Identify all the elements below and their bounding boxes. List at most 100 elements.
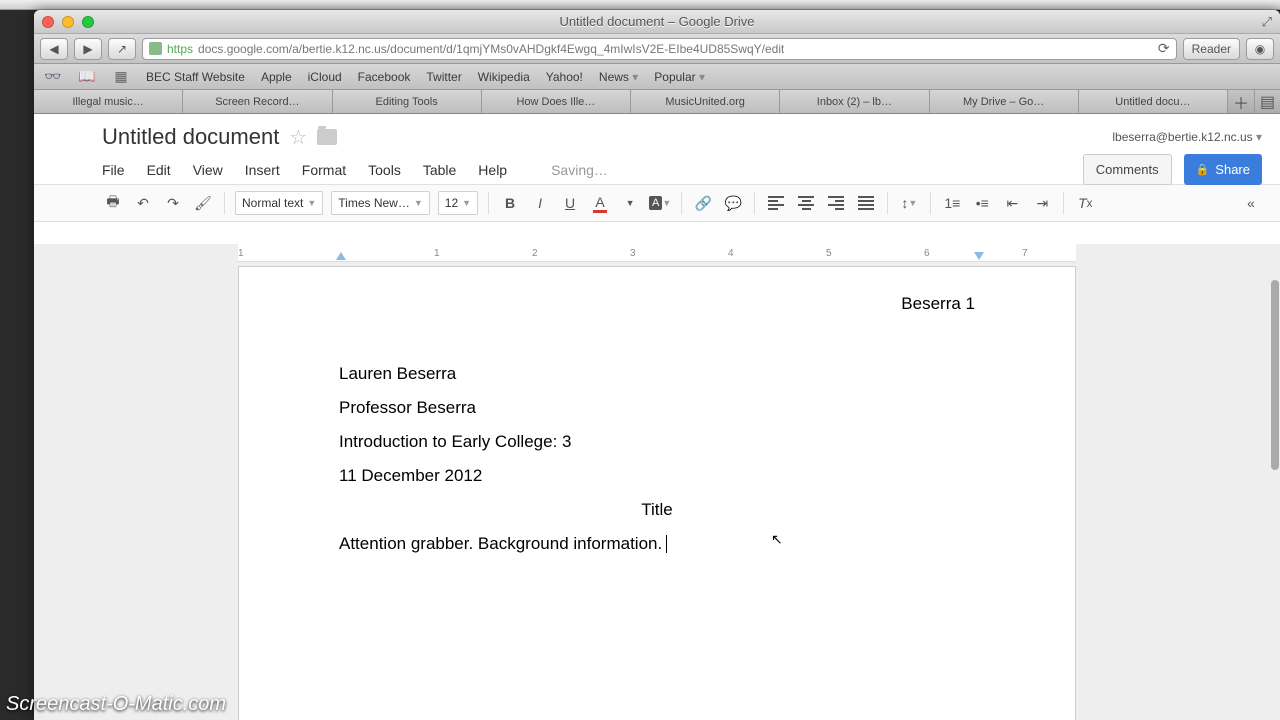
comment-icon[interactable]: 💬 [722, 192, 744, 214]
browser-tab[interactable]: MusicUnited.org [631, 90, 780, 113]
align-justify-icon[interactable] [855, 192, 877, 214]
paint-format-icon[interactable]: 🖌 [192, 192, 214, 214]
doc-line[interactable]: 11 December 2012 [339, 459, 975, 493]
google-docs-app: Untitled document ☆ lbeserra@bertie.k12.… [34, 114, 1280, 720]
line-spacing-icon[interactable]: ↕▼ [898, 192, 920, 214]
url-text: docs.google.com/a/bertie.k12.nc.us/docum… [198, 42, 784, 56]
collapse-toolbar-icon[interactable]: « [1240, 192, 1262, 214]
browser-tab[interactable]: Screen Record… [183, 90, 332, 113]
share-button[interactable]: 🔒 Share [1184, 154, 1262, 185]
browser-tab[interactable]: Illegal music… [34, 90, 183, 113]
font-size-select[interactable]: 12▼ [438, 191, 478, 215]
bookmark-facebook[interactable]: Facebook [358, 70, 411, 84]
reading-list-icon[interactable]: 👓 [44, 69, 62, 85]
docs-header: Untitled document ☆ lbeserra@bertie.k12.… [34, 114, 1280, 158]
user-email[interactable]: lbeserra@bertie.k12.nc.us [1112, 130, 1262, 144]
bookmark-twitter[interactable]: Twitter [426, 70, 461, 84]
lock-icon: 🔒 [1196, 163, 1210, 176]
clear-format-icon[interactable]: Tx [1074, 192, 1096, 214]
document-title[interactable]: Untitled document [102, 124, 279, 150]
italic-icon[interactable]: I [529, 192, 551, 214]
bookmark-popular[interactable]: Popular [654, 70, 705, 84]
bookmark-bec-staff-website[interactable]: BEC Staff Website [146, 70, 245, 84]
ruler-mark: 3 [630, 248, 636, 259]
url-scheme: https [167, 42, 193, 56]
indent-icon[interactable]: ⇥ [1031, 192, 1053, 214]
reader-button[interactable]: Reader [1183, 38, 1240, 60]
mac-menubar [0, 0, 1280, 10]
link-icon[interactable]: 🔗 [692, 192, 714, 214]
redo-icon[interactable]: ↷ [162, 192, 184, 214]
bold-icon[interactable]: B [499, 192, 521, 214]
bookmark-icloud[interactable]: iCloud [308, 70, 342, 84]
comments-button[interactable]: Comments [1083, 154, 1172, 185]
font-select[interactable]: Times New…▼ [331, 191, 429, 215]
text-color-icon[interactable]: A [589, 192, 611, 214]
url-field[interactable]: https docs.google.com/a/bertie.k12.nc.us… [142, 38, 1177, 60]
scrollbar[interactable] [1267, 160, 1279, 710]
menu-file[interactable]: File [102, 162, 125, 178]
bookmark-news[interactable]: News [599, 70, 638, 84]
browser-tab[interactable]: My Drive – Go… [930, 90, 1079, 113]
reload-icon[interactable]: ⟳ [1158, 40, 1170, 57]
browser-tab[interactable]: Inbox (2) – lb… [780, 90, 929, 113]
doc-line[interactable]: Professor Beserra [339, 391, 975, 425]
ruler-mark: 2 [532, 248, 538, 259]
new-tab-button[interactable]: ＋ [1228, 90, 1254, 113]
menu-insert[interactable]: Insert [245, 162, 280, 178]
ruler-mark: 1 [238, 248, 244, 259]
folder-icon[interactable] [317, 129, 337, 145]
numbered-list-icon[interactable]: 1≡ [941, 192, 963, 214]
document-canvas: 11234567 Beserra 1 Lauren BeserraProfess… [34, 244, 1280, 720]
bookmark-apple[interactable]: Apple [261, 70, 292, 84]
ruler-mark: 6 [924, 248, 930, 259]
forward-button[interactable]: ▶ [74, 38, 102, 60]
outdent-icon[interactable]: ⇤ [1001, 192, 1023, 214]
menu-tools[interactable]: Tools [368, 162, 401, 178]
mouse-cursor-icon: ↖ [771, 525, 783, 553]
menu-help[interactable]: Help [478, 162, 507, 178]
background-color-icon[interactable]: A▼ [649, 192, 671, 214]
topsites-icon[interactable]: ▦ [112, 69, 130, 85]
ruler-mark: 5 [826, 248, 832, 259]
highlight-icon[interactable]: ▼ [619, 192, 641, 214]
bookmark-yahoo-[interactable]: Yahoo! [546, 70, 583, 84]
share-page-button[interactable]: ↗ [108, 38, 136, 60]
left-indent-marker[interactable] [336, 252, 346, 260]
tab-bar: Illegal music…Screen Record…Editing Tool… [34, 90, 1280, 114]
page[interactable]: Beserra 1 Lauren BeserraProfessor Beserr… [238, 266, 1076, 720]
book-icon[interactable]: 📖 [78, 69, 96, 85]
ruler[interactable]: 11234567 [238, 244, 1076, 262]
tabs-overflow-icon[interactable]: ▤ [1254, 90, 1280, 113]
undo-icon[interactable]: ↶ [132, 192, 154, 214]
text-cursor [666, 535, 667, 553]
align-right-icon[interactable] [825, 192, 847, 214]
browser-tab[interactable]: Editing Tools [333, 90, 482, 113]
doc-title-line[interactable]: Title [339, 493, 975, 527]
align-left-icon[interactable] [765, 192, 787, 214]
menu-view[interactable]: View [193, 162, 223, 178]
bookmarks-bar: 👓 📖 ▦ BEC Staff Website Apple iCloud Facebo… [34, 64, 1280, 90]
doc-line[interactable]: Introduction to Early College: 3 [339, 425, 975, 459]
align-center-icon[interactable] [795, 192, 817, 214]
print-icon[interactable]: 🖶 [102, 192, 124, 214]
bulleted-list-icon[interactable]: •≡ [971, 192, 993, 214]
bookmark-wikipedia[interactable]: Wikipedia [478, 70, 530, 84]
ruler-mark: 7 [1022, 248, 1028, 259]
profile-icon[interactable]: ◉ [1246, 38, 1274, 60]
star-icon[interactable]: ☆ [289, 125, 307, 150]
docs-toolbar: 🖶 ↶ ↷ 🖌 Normal text▼ Times New…▼ 12▼ B I… [34, 184, 1280, 222]
menu-format[interactable]: Format [302, 162, 346, 178]
page-header[interactable]: Beserra 1 [339, 287, 975, 321]
paragraph-style-select[interactable]: Normal text▼ [235, 191, 323, 215]
share-label: Share [1215, 162, 1250, 177]
back-button[interactable]: ◀ [40, 38, 68, 60]
menu-table[interactable]: Table [423, 162, 456, 178]
browser-tab[interactable]: How Does Ille… [482, 90, 631, 113]
doc-body-line[interactable]: Attention grabber. Background informatio… [339, 527, 975, 561]
doc-line[interactable]: Lauren Beserra [339, 357, 975, 391]
underline-icon[interactable]: U [559, 192, 581, 214]
right-indent-marker[interactable] [974, 252, 984, 260]
menu-edit[interactable]: Edit [147, 162, 171, 178]
browser-tab[interactable]: Untitled docu… [1079, 90, 1228, 113]
